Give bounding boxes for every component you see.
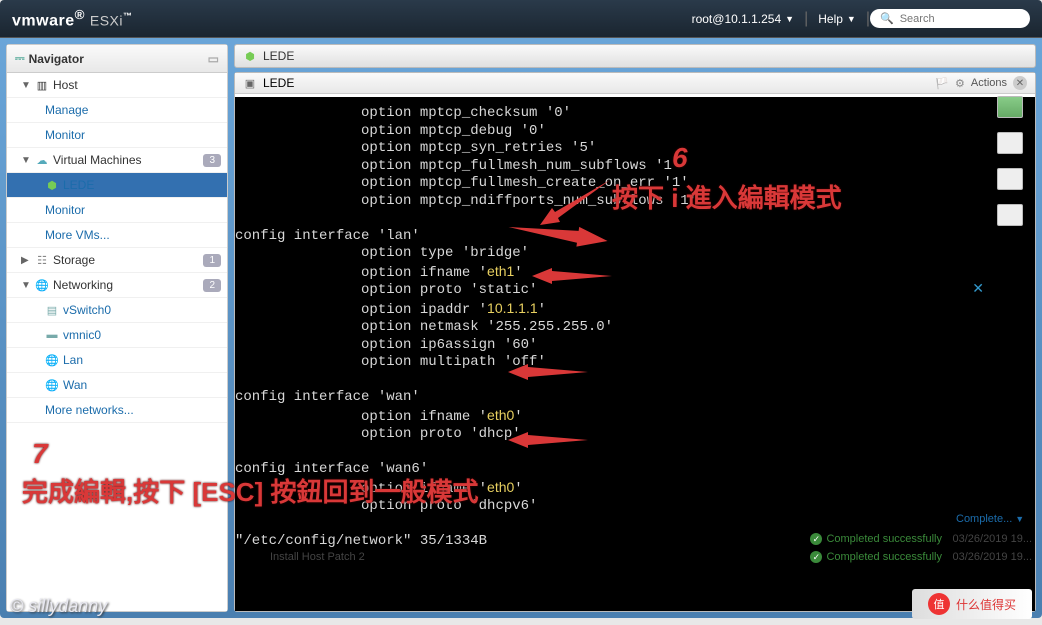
hint-box [997, 204, 1023, 226]
logo: vmware® ESXi™ [12, 7, 133, 30]
nav-host-monitor[interactable]: Monitor [7, 123, 227, 148]
nav-storage[interactable]: ▶☷Storage1 [7, 248, 227, 273]
breadcrumb-tab: ⬢ LEDE [234, 44, 1036, 68]
search-box[interactable]: 🔍 [870, 9, 1030, 28]
nav-host[interactable]: ▼▥Host [7, 73, 227, 98]
portgroup-icon: 🌐 [45, 378, 59, 392]
console-panel: ▣ LEDE 🏳️ ⚙ Actions ✕ option mptcp_check… [234, 72, 1036, 612]
nav-lan[interactable]: 🌐Lan [7, 348, 227, 373]
task-result: ✓Completed successfully [810, 533, 942, 545]
search-input[interactable] [900, 13, 1042, 25]
hint-box [997, 96, 1023, 118]
portgroup-icon: 🌐 [45, 353, 59, 367]
host-icon: ▥ [35, 78, 49, 92]
hint-box [997, 168, 1023, 190]
network-icon: 🌐 [35, 278, 49, 292]
nic-icon: ▬ [45, 328, 59, 342]
navigator-header: ⎓ Navigator ▭ [7, 45, 227, 73]
vm-icon: ☁ [35, 153, 49, 167]
close-hint-icon[interactable]: ✕ [972, 280, 984, 297]
main-area: ⎓ Navigator ▭ ▼▥Host Manage Monitor ▼☁Vi… [0, 38, 1042, 618]
gear-icon[interactable]: ⚙ [955, 77, 965, 90]
nav-host-manage[interactable]: Manage [7, 98, 227, 123]
switch-icon: ▤ [45, 303, 59, 317]
nav-vm-lede[interactable]: ⬢LEDE [7, 173, 227, 198]
hint-box [997, 132, 1023, 154]
watermark: © sillydanny [10, 596, 107, 617]
console-icon: ▣ [243, 76, 257, 90]
help-menu[interactable]: Help ▼ [808, 12, 866, 26]
vm-running-icon: ⬢ [243, 49, 257, 63]
actions-menu[interactable]: Actions [971, 77, 1007, 89]
nav-more-networks[interactable]: More networks... [7, 398, 227, 423]
task-col-completed[interactable]: Complete... ▼ [956, 513, 1032, 525]
nav-vswitch0[interactable]: ▤vSwitch0 [7, 298, 227, 323]
nav-more-vms[interactable]: More VMs... [7, 223, 227, 248]
collapse-icon[interactable]: ▭ [208, 52, 219, 66]
console-tab-bar: ▣ LEDE 🏳️ ⚙ Actions ✕ [235, 73, 1035, 94]
nav-vmnic0[interactable]: ▬vmnic0 [7, 323, 227, 348]
nav-networking[interactable]: ▼🌐Networking2 [7, 273, 227, 298]
right-sidebar-hints [990, 96, 1030, 226]
content-area: ⬢ LEDE ▣ LEDE 🏳️ ⚙ Actions ✕ option mptc… [234, 44, 1036, 612]
search-icon: 🔍 [880, 12, 894, 25]
task-result: ✓Completed successfully [810, 551, 942, 563]
nav-wan[interactable]: 🌐Wan [7, 373, 227, 398]
vm-running-icon: ⬢ [45, 178, 59, 192]
nav-vms[interactable]: ▼☁Virtual Machines3 [7, 148, 227, 173]
navigator-panel: ⎓ Navigator ▭ ▼▥Host Manage Monitor ▼☁Vi… [6, 44, 228, 612]
nav-vm-monitor[interactable]: Monitor [7, 198, 227, 223]
task-name: Install Host Patch 2 [270, 551, 365, 563]
flag-icon[interactable]: 🏳️ [935, 77, 949, 90]
navigator-tree: ▼▥Host Manage Monitor ▼☁Virtual Machines… [7, 73, 227, 611]
smzdm-badge: 值什么值得买 [912, 589, 1032, 619]
task-cell-date: 03/26/2019 19... [952, 533, 1032, 545]
task-cell-date: 03/26/2019 19... [952, 551, 1032, 563]
storage-icon: ☷ [35, 253, 49, 267]
console-tab-label[interactable]: LEDE [263, 76, 294, 90]
top-bar: vmware® ESXi™ root@10.1.1.254 ▼ | Help ▼… [0, 0, 1042, 38]
tab-label[interactable]: LEDE [263, 49, 294, 63]
navigator-icon: ⎓ [15, 51, 25, 66]
user-menu[interactable]: root@10.1.1.254 ▼ [682, 12, 805, 26]
close-icon[interactable]: ✕ [1013, 76, 1027, 90]
